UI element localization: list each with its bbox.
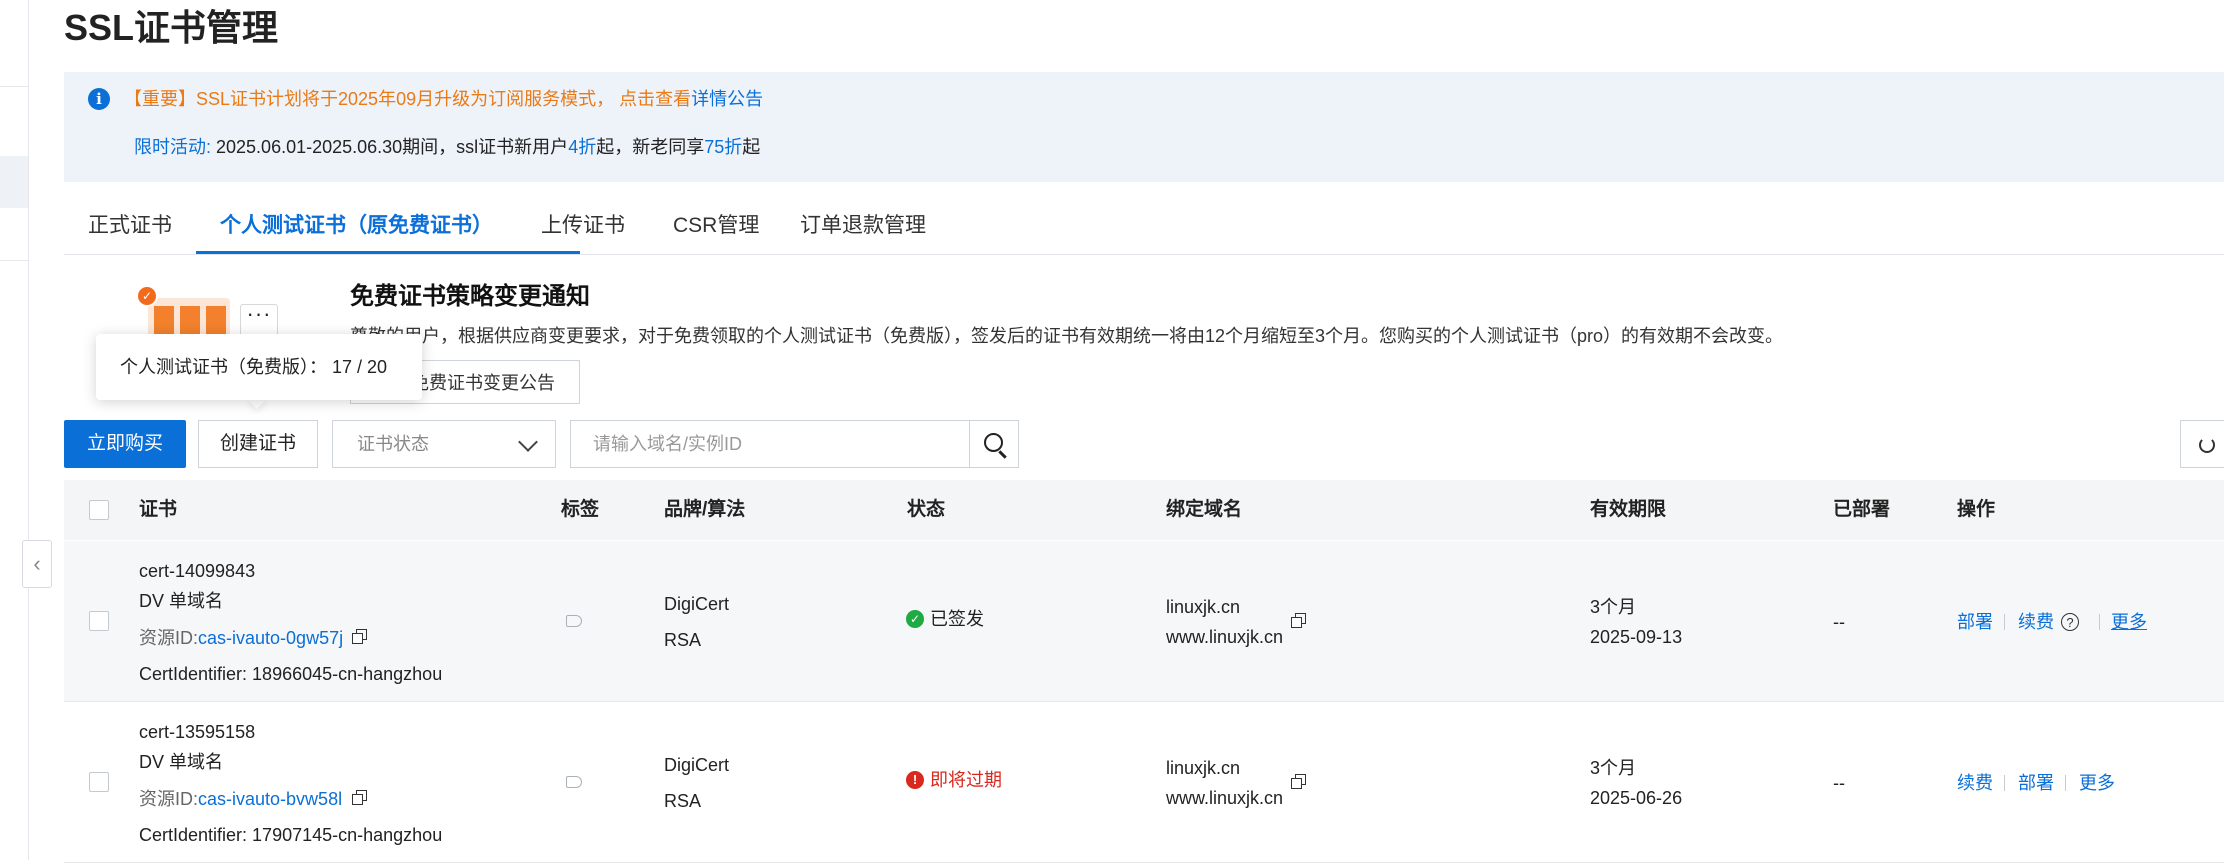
status-select-placeholder: 证书状态 bbox=[357, 434, 429, 454]
quota-tooltip: 个人测试证书（免费版）： 17 / 20 bbox=[96, 334, 422, 400]
chevron-left-icon: ‹ bbox=[33, 551, 41, 576]
action-separator bbox=[2099, 614, 2100, 630]
page-title: SSL证书管理 bbox=[64, 7, 279, 48]
notice-details-link[interactable]: 详情公告 bbox=[691, 89, 763, 109]
domain-www: www.linuxjk.cn bbox=[1166, 788, 1284, 808]
algorithm: RSA bbox=[664, 630, 702, 650]
resource-id-link[interactable]: cas-ivauto-0gw57j bbox=[198, 628, 343, 648]
search-field[interactable] bbox=[570, 420, 970, 468]
nav-divider bbox=[0, 260, 28, 261]
domain-primary: linuxjk.cn bbox=[1166, 597, 1241, 617]
more-dots-icon: ··· bbox=[240, 303, 278, 338]
banner-title: 免费证书策略变更通知 bbox=[350, 283, 590, 310]
chevron-down-icon bbox=[518, 432, 538, 452]
resource-label: 资源ID: bbox=[139, 789, 199, 809]
tag-icon[interactable] bbox=[566, 776, 582, 788]
expiry-date: 2025-09-13 bbox=[1590, 627, 1683, 647]
tab-personal-test-certs[interactable]: 个人测试证书（原免费证书） bbox=[220, 200, 493, 252]
notice-line-important: 【重要】SSL证书计划将于2025年09月升级为订阅服务模式， 点击查看详情公告 bbox=[124, 86, 763, 112]
col-tags: 标签 bbox=[561, 499, 600, 520]
status-select[interactable]: 证书状态 bbox=[332, 420, 556, 468]
promo-text: 2025.06.01-2025.06.30期间，ssl证书新用户 bbox=[211, 137, 569, 157]
promo-text: 起 bbox=[742, 137, 761, 157]
promo-text: 起，新老同享 bbox=[596, 137, 705, 157]
left-nav-rail bbox=[0, 0, 29, 860]
buy-now-button[interactable]: 立即购买 bbox=[64, 420, 186, 468]
deploy-link[interactable]: 部署 bbox=[1957, 608, 1993, 636]
check-badge-icon: ✓ bbox=[136, 285, 158, 307]
col-brand: 品牌/算法 bbox=[664, 499, 746, 520]
cert-type: DV 单域名 bbox=[139, 752, 224, 772]
algorithm: RSA bbox=[664, 791, 702, 811]
expiry-date: 2025-06-26 bbox=[1590, 788, 1683, 808]
select-all-checkbox[interactable] bbox=[89, 500, 109, 520]
renew-link[interactable]: 续费 bbox=[1957, 769, 1993, 797]
check-circle-icon: ✓ bbox=[906, 610, 924, 628]
validity-period: 3个月 bbox=[1590, 758, 1637, 778]
copy-icon[interactable] bbox=[352, 629, 368, 645]
collapse-sidebar-button[interactable]: ‹ bbox=[22, 540, 52, 588]
table-header bbox=[64, 480, 2224, 540]
col-domain: 绑定域名 bbox=[1166, 499, 1243, 520]
refresh-icon bbox=[2199, 437, 2215, 453]
search-input[interactable] bbox=[571, 421, 969, 467]
col-deployed: 已部署 bbox=[1833, 499, 1891, 520]
validity-period: 3个月 bbox=[1590, 597, 1637, 617]
copy-icon[interactable] bbox=[1291, 774, 1307, 790]
tab-csr[interactable]: CSR管理 bbox=[673, 200, 759, 252]
search-button[interactable] bbox=[969, 420, 1019, 468]
cert-identifier: CertIdentifier: 17907145-cn-hangzhou bbox=[139, 825, 443, 845]
notice-important-text: 【重要】SSL证书计划将于2025年09月升级为订阅服务模式， 点击查看 bbox=[124, 89, 692, 109]
renew-link[interactable]: 续费 bbox=[2018, 608, 2054, 636]
resource-id-link[interactable]: cas-ivauto-bvw58l bbox=[198, 789, 342, 809]
resource-label: 资源ID: bbox=[139, 628, 199, 648]
domain-primary: linuxjk.cn bbox=[1166, 758, 1241, 778]
status-text: 即将过期 bbox=[930, 770, 1002, 790]
col-validity: 有效期限 bbox=[1590, 499, 1667, 520]
tab-refund[interactable]: 订单退款管理 bbox=[800, 200, 926, 252]
deploy-link[interactable]: 部署 bbox=[2018, 769, 2054, 797]
nav-item-selected[interactable] bbox=[0, 156, 28, 208]
resource-id: 资源ID:cas-ivauto-0gw57j bbox=[139, 624, 343, 652]
more-link[interactable]: 更多 bbox=[2079, 769, 2115, 797]
refresh-button[interactable] bbox=[2180, 420, 2224, 468]
info-icon: i bbox=[88, 88, 110, 110]
col-actions: 操作 bbox=[1957, 499, 1996, 520]
col-status: 状态 bbox=[907, 499, 946, 520]
copy-icon[interactable] bbox=[352, 790, 368, 806]
cert-identifier: CertIdentifier: 18966045-cn-hangzhou bbox=[139, 664, 443, 684]
tag-icon[interactable] bbox=[566, 615, 582, 627]
domain-www: www.linuxjk.cn bbox=[1166, 627, 1284, 647]
promo-label: 限时活动: bbox=[134, 137, 212, 157]
cert-type: DV 单域名 bbox=[139, 591, 224, 611]
status-text: 已签发 bbox=[930, 609, 984, 629]
banner-text: 尊敬的用户，根据供应商变更要求，对于免费领取的个人测试证书（免费版），签发后的证… bbox=[350, 326, 1784, 346]
row-checkbox[interactable] bbox=[89, 611, 109, 631]
more-link[interactable]: 更多 bbox=[2111, 608, 2147, 636]
tab-upload-cert[interactable]: 上传证书 bbox=[541, 200, 625, 252]
action-separator bbox=[2065, 775, 2066, 791]
active-tab-indicator bbox=[196, 251, 580, 254]
notice-line-promo: 限时活动: 2025.06.01-2025.06.30期间，ssl证书新用户4折… bbox=[134, 134, 760, 160]
deployed-count: -- bbox=[1833, 773, 1845, 793]
brand: DigiCert bbox=[664, 755, 730, 775]
row-checkbox[interactable] bbox=[89, 772, 109, 792]
action-separator bbox=[2004, 775, 2005, 791]
help-icon[interactable]: ? bbox=[2061, 613, 2079, 631]
cert-id: cert-13595158 bbox=[139, 722, 256, 742]
promo-discount-all: 75折 bbox=[704, 137, 743, 157]
resource-id: 资源ID:cas-ivauto-bvw58l bbox=[139, 785, 342, 813]
warning-circle-icon: ! bbox=[906, 771, 924, 789]
deployed-count: -- bbox=[1833, 612, 1845, 632]
copy-icon[interactable] bbox=[1291, 613, 1307, 629]
col-cert: 证书 bbox=[139, 499, 178, 520]
cert-id: cert-14099843 bbox=[139, 561, 256, 581]
tab-formal-certs[interactable]: 正式证书 bbox=[88, 200, 172, 252]
tab-bar: 正式证书 个人测试证书（原免费证书） 上传证书 CSR管理 订单退款管理 bbox=[64, 200, 2224, 255]
action-separator bbox=[2004, 614, 2005, 630]
brand: DigiCert bbox=[664, 594, 730, 614]
promo-discount-new: 4折 bbox=[568, 137, 597, 157]
nav-divider bbox=[0, 86, 28, 87]
create-cert-button[interactable]: 创建证书 bbox=[198, 420, 318, 468]
